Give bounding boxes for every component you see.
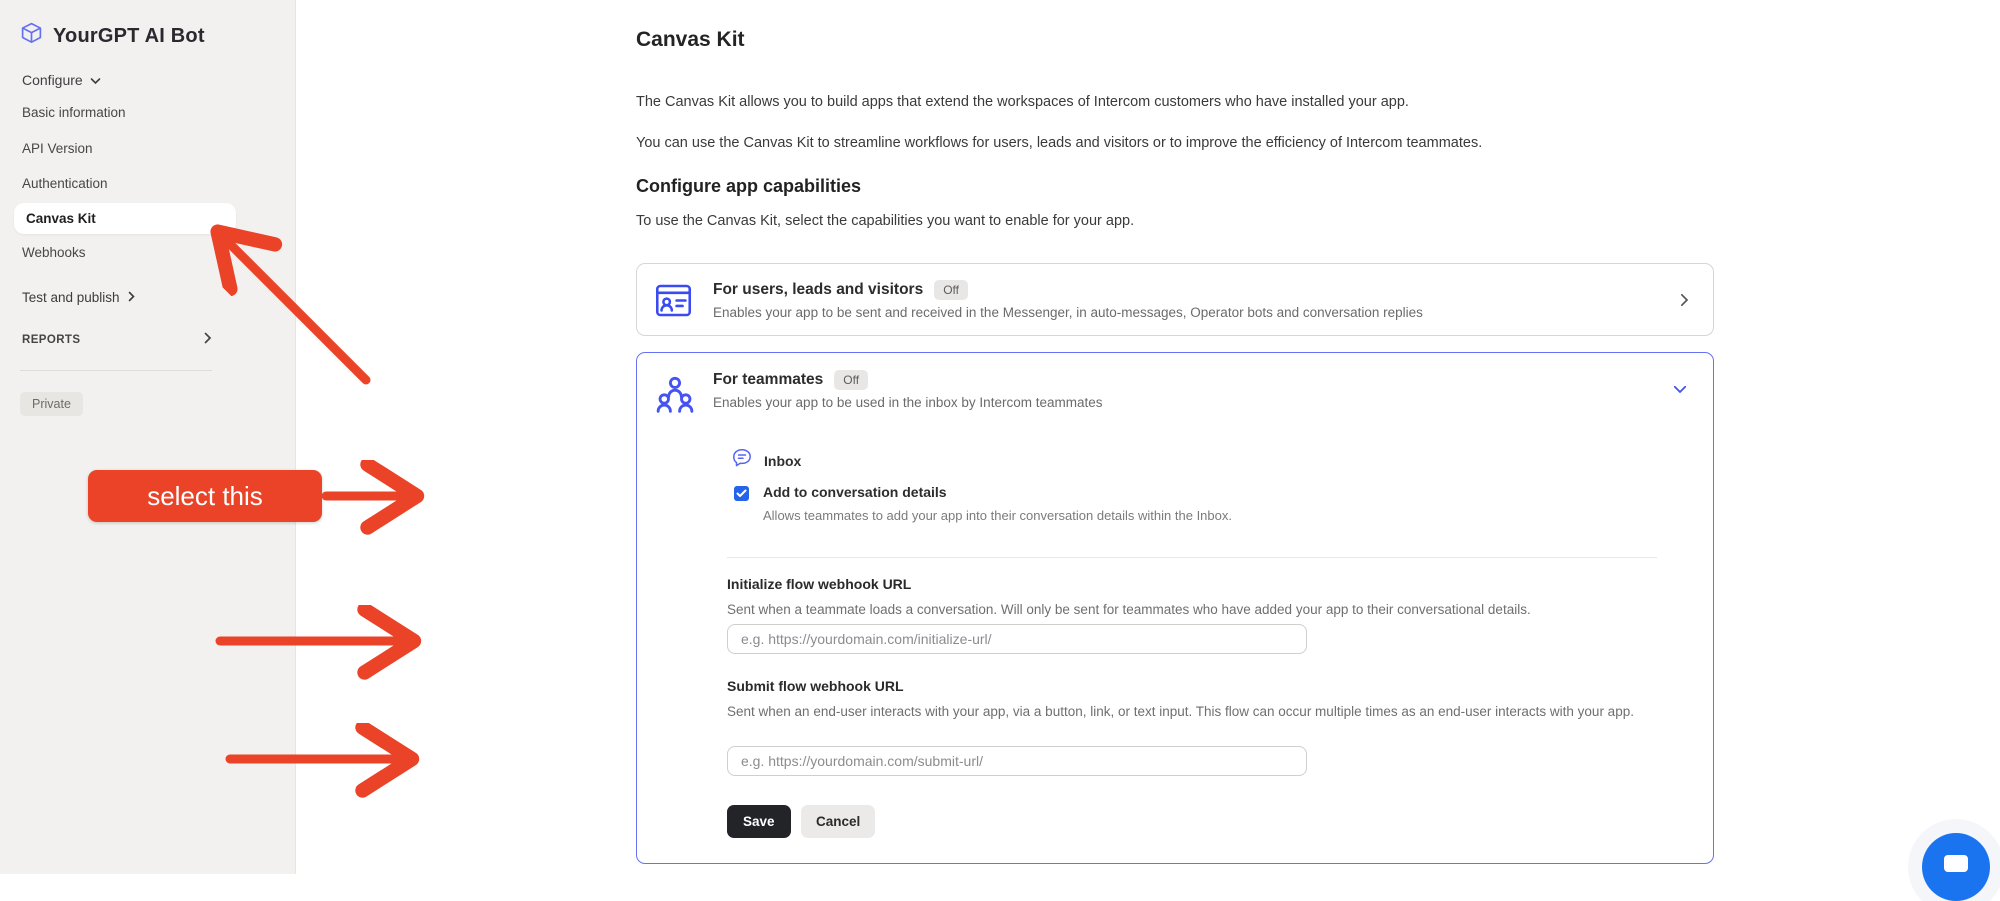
sidebar-item-canvas-kit-selected[interactable]: Canvas Kit	[14, 203, 236, 234]
select-this-annotation-label: select this	[88, 470, 322, 522]
page-title: Canvas Kit	[636, 28, 745, 52]
status-badge-off: Off	[834, 370, 868, 390]
private-status-badge: Private	[20, 392, 83, 416]
messenger-icon	[1944, 855, 1968, 872]
canvas-kit-settings-page: YourGPT AI Bot Configure Basic informati…	[0, 0, 2000, 874]
main-content: Canvas Kit Canvas Kit Reference The Canv…	[296, 0, 2000, 874]
section-divider	[727, 557, 1657, 558]
check-icon	[736, 489, 747, 498]
add-to-conversation-checkbox[interactable]	[734, 486, 749, 501]
sidebar-item-api-version[interactable]: API Version	[22, 141, 93, 156]
inbox-section-row: Inbox	[731, 447, 801, 474]
sidebar: YourGPT AI Bot Configure Basic informati…	[0, 0, 296, 874]
save-button[interactable]: Save	[727, 805, 791, 838]
chevron-right-icon	[204, 331, 212, 349]
sidebar-item-webhooks[interactable]: Webhooks	[22, 245, 86, 260]
card-description: Enables your app to be used in the inbox…	[713, 395, 1102, 410]
sidebar-item-test-and-publish[interactable]: Test and publish	[22, 290, 135, 305]
capabilities-heading: Configure app capabilities	[636, 176, 861, 197]
configure-label: Configure	[22, 72, 83, 88]
card-title: For users, leads and visitors	[713, 281, 923, 299]
sidebar-item-authentication[interactable]: Authentication	[22, 176, 108, 191]
status-badge-off: Off	[934, 280, 968, 300]
inbox-label: Inbox	[764, 453, 801, 469]
sidebar-item-basic-information[interactable]: Basic information	[22, 105, 126, 120]
intro-paragraph-1: The Canvas Kit allows you to build apps …	[636, 94, 1409, 110]
messenger-launcher-button[interactable]	[1922, 833, 1990, 901]
sidebar-section-configure[interactable]: Configure	[22, 72, 101, 88]
submit-webhook-description: Sent when an end-user interacts with you…	[727, 701, 1692, 723]
capabilities-subheading: To use the Canvas Kit, select the capabi…	[636, 213, 1134, 229]
checkbox-label[interactable]: Add to conversation details	[763, 484, 947, 500]
initialize-webhook-input[interactable]	[727, 624, 1307, 654]
cancel-button[interactable]: Cancel	[801, 805, 875, 838]
capability-card-users-leads-visitors[interactable]: For users, leads and visitors Off Enable…	[636, 263, 1714, 336]
intro-paragraph-2: You can use the Canvas Kit to streamline…	[636, 135, 1482, 151]
submit-webhook-label: Submit flow webhook URL	[727, 678, 904, 694]
chevron-right-icon	[128, 290, 135, 305]
initialize-webhook-description: Sent when a teammate loads a conversatio…	[727, 599, 1692, 621]
initialize-webhook-label: Initialize flow webhook URL	[727, 576, 911, 592]
test-and-publish-label: Test and publish	[22, 290, 120, 305]
chevron-down-icon[interactable]	[1673, 381, 1687, 399]
submit-webhook-input[interactable]	[727, 746, 1307, 776]
sidebar-divider	[20, 370, 212, 371]
checkbox-description: Allows teammates to add your app into th…	[763, 508, 1232, 523]
app-title: YourGPT AI Bot	[53, 25, 205, 48]
card-description: Enables your app to be sent and received…	[713, 305, 1423, 320]
app-logo-row: YourGPT AI Bot	[20, 22, 205, 50]
chat-bubble-icon	[731, 447, 753, 474]
people-group-icon	[652, 371, 698, 422]
capability-card-teammates: For teammates Off Enables your app to be…	[636, 352, 1714, 864]
card-title: For teammates	[713, 371, 823, 389]
reports-label: REPORTS	[22, 334, 80, 346]
id-card-window-icon	[653, 280, 694, 326]
chevron-right-icon[interactable]	[1680, 293, 1689, 312]
cube-logo-icon	[20, 22, 43, 50]
sidebar-item-reports[interactable]: REPORTS	[22, 331, 212, 349]
chevron-down-icon	[90, 72, 101, 88]
